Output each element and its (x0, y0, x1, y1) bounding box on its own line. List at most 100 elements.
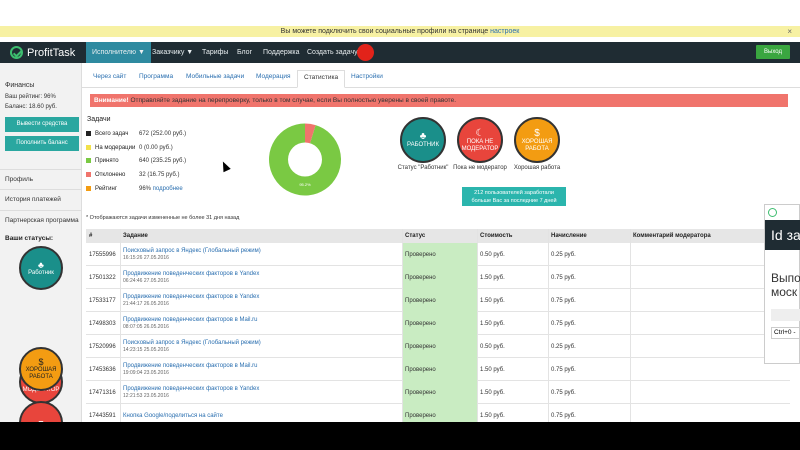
tab-settings[interactable]: Настройки (345, 70, 389, 88)
cell-status: Проверено (402, 381, 477, 404)
tab-program[interactable]: Программа (133, 70, 179, 88)
cell-cost: 1.50 руб. (480, 274, 505, 281)
nav-item-performer[interactable]: Исполнителю ▼ (86, 42, 151, 63)
tab-mobile-tasks[interactable]: Мобильные задачи (180, 70, 250, 88)
legend-swatch (86, 185, 91, 191)
stat-label: На модерации (95, 145, 136, 151)
check-circle-icon (10, 46, 23, 59)
column-divider (548, 229, 549, 422)
column-header-cost: Стоимость (480, 233, 513, 239)
table-row: 17443591 Кнопка Google/поделиться на сайт… (86, 404, 790, 422)
cell-cost: 1.50 руб. (480, 320, 505, 327)
task-date: 12:21:53 23.05.2016 (123, 393, 169, 399)
column-divider (630, 229, 631, 422)
task-link[interactable]: Продвижение поведенческих факторов в Mai… (123, 362, 257, 370)
topup-button[interactable]: Пополнить баланс (5, 136, 79, 151)
browser-page: Вы можете подключить свои социальные про… (0, 0, 800, 422)
info-line: 212 пользователей заработали (474, 190, 554, 196)
stat-row-total: Всего задач 672 (252.00 руб.) (86, 128, 196, 141)
stat-value: 32 (16.75 руб.) (139, 172, 180, 178)
cell-status: Проверено (402, 266, 477, 289)
task-link[interactable]: Продвижение поведенческих факторов в Yan… (123, 270, 259, 278)
task-link[interactable]: Продвижение поведенческих факторов в Yan… (123, 385, 259, 393)
stat-row-accepted: Принято 640 (235.25 руб.) (86, 155, 196, 168)
money-icon: $ (534, 127, 540, 139)
withdraw-button[interactable]: Вывести средства (5, 117, 79, 132)
cell-id: 17471316 (89, 389, 116, 396)
column-header-task: Задание (123, 233, 148, 239)
task-date: 14:23:15 25.05.2016 (123, 347, 169, 353)
cell-task: Продвижение поведенческих факторов в Yan… (120, 289, 402, 312)
stat-label: Всего задач (95, 131, 129, 137)
table-row: 17471316 Продвижение поведенческих фактор… (86, 381, 790, 404)
task-link[interactable]: Поисковый запрос в Яндекс (Глобальный ре… (123, 339, 261, 347)
stat-row-rating: Рейтинг 96% подробнее (86, 183, 196, 196)
cell-task: Продвижение поведенческих факторов в Mai… (120, 358, 402, 381)
money-icon: $ (38, 357, 44, 367)
cell-credit: 0.25 руб. (551, 251, 576, 258)
notice-settings-link[interactable]: настроек (490, 28, 519, 35)
cell-id: 17555996 (89, 251, 116, 258)
status-badge-good-work: $ ХОРОШАЯ РАБОТА (514, 117, 560, 163)
nav-item-tariffs[interactable]: Тарифы (196, 42, 234, 63)
details-link[interactable]: подробнее (151, 186, 183, 192)
task-date: 06:24:46 27.05.2016 (123, 278, 169, 284)
sidebar-item-affiliate[interactable]: Партнерская программа (0, 210, 82, 230)
task-link[interactable]: Кнопка Google/поделиться на сайте (123, 412, 223, 420)
nav-item-blog[interactable]: Блог (231, 42, 258, 63)
tabs-bar: Через сайт Программа Мобильные задачи Мо… (82, 63, 800, 88)
stat-value: 640 (235.25 руб.) (139, 158, 187, 164)
column-header-id: # (89, 233, 93, 239)
logo[interactable]: ProfitTask (10, 45, 75, 60)
cell-task: Продвижение поведенческих факторов в Yan… (120, 381, 402, 404)
cell-credit: 0.75 руб. (551, 297, 576, 304)
stat-label: Отклонено (95, 172, 126, 178)
task-link[interactable]: Поисковый запрос в Яндекс (Глобальный ре… (123, 247, 261, 255)
notification-badge[interactable] (357, 44, 374, 61)
cell-id: 17498303 (89, 320, 116, 327)
badge-text: ХОРОШАЯ РАБОТА (521, 138, 553, 152)
cell-task: Продвижение поведенческих факторов в Mai… (120, 312, 402, 335)
nav-item-support[interactable]: Поддержка (257, 42, 306, 63)
task-link[interactable]: Продвижение поведенческих факторов в Yan… (123, 293, 259, 301)
top-navigation: ProfitTask Исполнителю ▼ Заказчику ▼ Тар… (0, 42, 800, 63)
badge-text: ПОКА НЕ МОДЕРАТОР (461, 138, 499, 152)
table-row: 17520996 Поисковый запрос в Яндекс (Глоба… (86, 335, 790, 358)
badge-text: РАБОТНИК (407, 142, 439, 148)
logout-button[interactable]: Выход (756, 45, 790, 59)
square-icon: ■ (38, 418, 43, 422)
tab-moderation[interactable]: Модерация (250, 70, 296, 88)
cell-comment (630, 381, 790, 404)
nav-item-create-task[interactable]: Создать задачу (301, 42, 364, 63)
stat-label: Рейтинг (95, 186, 118, 192)
column-divider (120, 229, 121, 422)
balance-text: Баланс: 18.60 руб. (5, 104, 57, 110)
cell-status: Проверено (402, 312, 477, 335)
popup-input[interactable] (771, 309, 800, 321)
task-date: 16:15:26 27.05.2016 (123, 255, 169, 261)
close-icon[interactable]: × (787, 26, 792, 37)
finances-title: Финансы (5, 82, 35, 89)
sidebar-status-good-work: $ ХОРОШАЯ РАБОТА (19, 347, 63, 391)
column-divider (402, 229, 403, 422)
cell-cost: 0.50 руб. (480, 251, 505, 258)
task-link[interactable]: Продвижение поведенческих факторов в Mai… (123, 316, 257, 324)
cell-task: Продвижение поведенческих факторов в Yan… (120, 266, 402, 289)
popup-title: Id за (765, 220, 800, 250)
sidebar-status-worker: ♣ Работник (19, 246, 63, 290)
sidebar-status-partial: ■ (19, 401, 63, 422)
nav-item-customer[interactable]: Заказчику ▼ (146, 42, 199, 63)
statuses-title: Ваши статусы: (5, 235, 54, 242)
moon-icon: ☾ (475, 127, 485, 139)
sidebar-item-payment-history[interactable]: История платежей (0, 189, 82, 209)
warning-alert: Внимание! Отправляйте задание на перепро… (90, 94, 788, 107)
person-icon: ♣ (38, 259, 44, 270)
tab-statistics[interactable]: Статистика (297, 70, 346, 88)
cell-comment (630, 404, 790, 422)
tab-via-site[interactable]: Через сайт (87, 70, 132, 88)
check-circle-icon (768, 208, 777, 217)
stat-row-moderation: На модерации 0 (0.00 руб.) (86, 142, 196, 155)
table-row: 17453636 Продвижение поведенческих фактор… (86, 358, 790, 381)
social-notice-bar: Вы можете подключить свои социальные про… (0, 26, 800, 37)
sidebar-item-profile[interactable]: Профиль (0, 169, 82, 189)
